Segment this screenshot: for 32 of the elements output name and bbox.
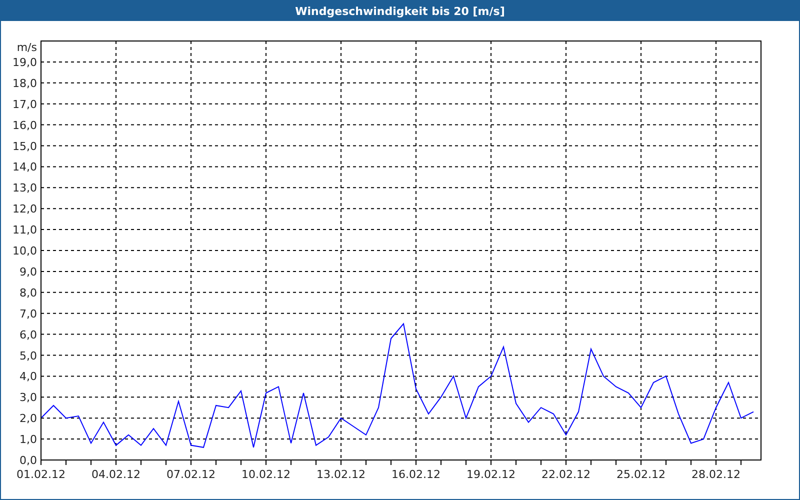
y-axis-label: 0,0 bbox=[20, 454, 37, 467]
y-axis-label: 3,0 bbox=[20, 391, 37, 404]
y-axis-label: 14,0 bbox=[12, 160, 37, 174]
y-axis-label: 4,0 bbox=[20, 370, 37, 384]
x-axis-label: 07.02.12 bbox=[166, 468, 216, 481]
y-axis-label: 9,0 bbox=[20, 265, 37, 278]
y-axis-label: 19,0 bbox=[12, 56, 37, 69]
window-title: Windgeschwindigkeit bis 20 [m/s] bbox=[1, 1, 799, 21]
y-axis-label: 15,0 bbox=[12, 140, 37, 153]
y-axis-label: 6,0 bbox=[20, 328, 37, 342]
x-axis-label: 19.02.12 bbox=[466, 468, 516, 481]
y-axis-label: 10,0 bbox=[12, 244, 37, 258]
x-axis-label: 22.02.12 bbox=[542, 468, 590, 481]
y-axis-label: 16,0 bbox=[12, 118, 37, 132]
x-axis-label: 04.02.12 bbox=[92, 468, 140, 481]
y-axis-label: 2,0 bbox=[20, 412, 37, 426]
y-axis-unit: m/s bbox=[16, 41, 37, 54]
x-axis-label: 28.02.12 bbox=[692, 468, 740, 481]
y-axis-label: 7,0 bbox=[20, 307, 37, 320]
y-axis-label: 18,0 bbox=[12, 76, 37, 90]
x-axis-label: 10.02.12 bbox=[242, 468, 290, 481]
x-axis-label: 25.02.12 bbox=[616, 468, 666, 481]
y-axis-label: 8,0 bbox=[20, 286, 37, 300]
y-axis-label: 5,0 bbox=[20, 349, 37, 362]
y-axis-label: 1,0 bbox=[20, 433, 37, 446]
x-axis-label: 13.02.12 bbox=[316, 468, 366, 481]
x-axis-label: 16.02.12 bbox=[392, 468, 440, 481]
y-axis-label: 11,0 bbox=[12, 224, 37, 237]
y-axis-label: 17,0 bbox=[12, 98, 37, 111]
y-axis-label: 13,0 bbox=[12, 182, 37, 195]
y-axis-label: 12,0 bbox=[12, 202, 37, 216]
x-axis-label: 01.02.12 bbox=[16, 468, 66, 481]
